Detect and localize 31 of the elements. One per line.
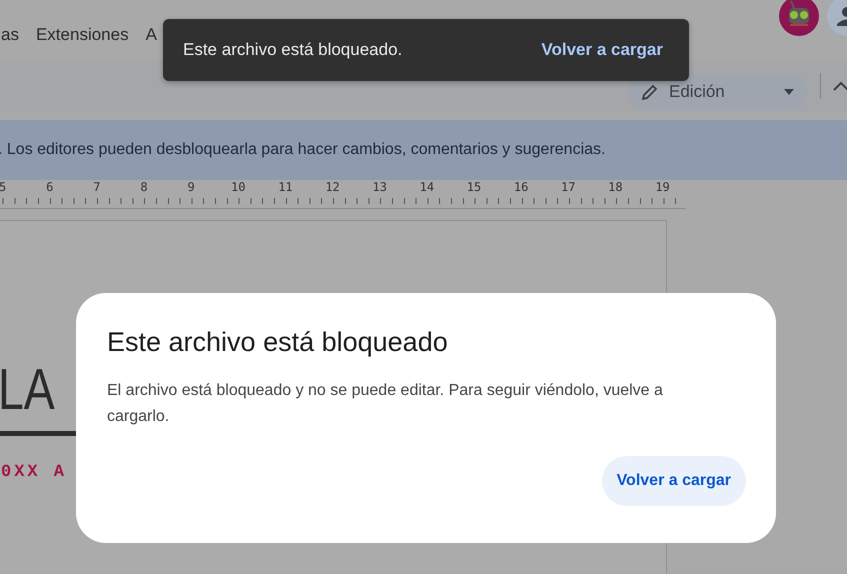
caret-icon	[784, 89, 794, 95]
ruler-number: 18	[607, 180, 624, 194]
ruler-number: 13	[371, 180, 388, 194]
menu-item[interactable]: A	[146, 25, 157, 45]
ruler-number: 10	[230, 180, 246, 194]
reload-link[interactable]: Volver a cargar	[541, 40, 663, 60]
ruler-number: 11	[277, 180, 294, 194]
ruler-number: 6	[45, 180, 54, 194]
dialog-text: El archivo está bloqueado y no se puede editar. Para seguir viéndolo, vuelve a cargarlo.	[107, 381, 664, 427]
ruler-number: 19	[654, 180, 671, 194]
pencil-icon	[642, 84, 657, 100]
ruler-number: 17	[560, 180, 576, 194]
reload-button[interactable]: Volver a cargar	[602, 456, 746, 506]
editing-mode-button[interactable]: Edición	[628, 74, 808, 110]
ruler-number: 8	[139, 180, 149, 194]
ruler[interactable]: 5 6 7 8 9 10 11 12 13 14 15 16 17 18 19	[0, 180, 686, 209]
ruler-number: 15	[466, 180, 482, 194]
chevron-up-icon[interactable]	[833, 81, 847, 91]
ruler-number: 9	[186, 180, 196, 194]
ruler-number: 16	[512, 180, 530, 194]
document-subtitle: 0XX A	[1, 463, 68, 482]
ruler-number: 14	[418, 180, 436, 194]
menu-item[interactable]: as	[1, 25, 19, 45]
toast-message: Este archivo está bloqueado.	[183, 40, 402, 60]
ruler-number: 12	[324, 180, 341, 194]
avatar-icon[interactable]	[779, 0, 819, 36]
document-heading: LA	[0, 361, 55, 419]
ruler-number: 7	[92, 180, 102, 194]
menu-item[interactable]: Extensiones	[36, 25, 129, 45]
dialog-title: Este archivo está bloqueado	[107, 327, 449, 358]
ruler-number: 5	[0, 180, 8, 194]
